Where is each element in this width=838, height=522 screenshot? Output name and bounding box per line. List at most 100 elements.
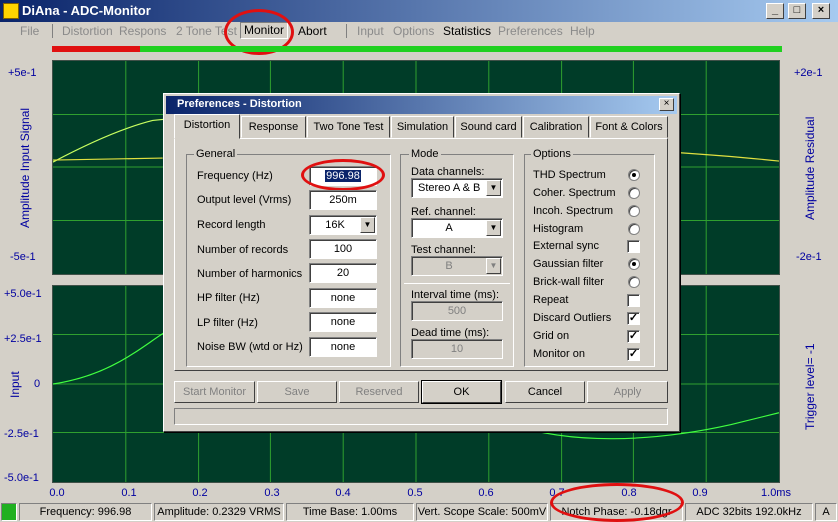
discard-outliers-checkbox[interactable]: ✓	[627, 312, 640, 325]
menu-respons[interactable]: Respons	[119, 24, 166, 38]
harmonics-input[interactable]: 20	[309, 263, 377, 283]
monitor-on-checkbox[interactable]: ✓	[627, 348, 640, 361]
tab-font-colors[interactable]: Font & Colors	[590, 116, 668, 138]
repeat-checkbox[interactable]	[627, 294, 640, 307]
chevron-down-icon[interactable]: ▼	[486, 180, 501, 196]
external-sync-label: External sync	[533, 240, 600, 252]
menu-bar: File Distortion Respons 2 Tone Test Moni…	[0, 22, 838, 40]
lp-filter-input[interactable]: none	[309, 312, 377, 332]
chevron-down-icon[interactable]: ▼	[486, 220, 501, 236]
ref-channel-label: Ref. channel:	[411, 206, 476, 218]
save-button[interactable]: Save	[257, 381, 337, 403]
reserved-button[interactable]: Reserved	[339, 381, 419, 403]
menu-abort[interactable]: Abort	[298, 24, 327, 38]
close-button[interactable]: ×	[812, 3, 830, 19]
maximize-button[interactable]: □	[788, 3, 806, 19]
x-tick: 0.9	[692, 487, 708, 499]
thd-spectrum-label: THD Spectrum	[533, 169, 606, 181]
menu-monitor[interactable]: Monitor	[240, 22, 289, 39]
dead-time-input[interactable]: 10	[411, 339, 503, 359]
menu-file[interactable]: File	[20, 24, 39, 38]
test-channel-select[interactable]: B ▼	[411, 256, 503, 276]
gaussian-filter-label: Gaussian filter	[533, 258, 604, 270]
mode-group-title: Mode	[409, 148, 441, 160]
bottom-y-tick: -5.0e-1	[4, 472, 39, 484]
coher-spectrum-label: Coher. Spectrum	[533, 187, 616, 199]
dead-time-label: Dead time (ms):	[411, 327, 490, 339]
data-channels-value: Stereo A & B	[418, 182, 481, 194]
grid-on-checkbox[interactable]: ✓	[627, 330, 640, 343]
hp-filter-input[interactable]: none	[309, 288, 377, 308]
test-channel-label: Test channel:	[411, 244, 476, 256]
menu-preferences[interactable]: Preferences	[498, 24, 563, 38]
menu-help[interactable]: Help	[570, 24, 595, 38]
records-input[interactable]: 100	[309, 239, 377, 259]
start-monitor-button[interactable]: Start Monitor	[174, 381, 255, 403]
external-sync-checkbox[interactable]	[627, 240, 640, 253]
apply-button[interactable]: Apply	[587, 381, 668, 403]
tab-distortion[interactable]: Distortion	[174, 114, 240, 139]
dialog-close-button[interactable]: ×	[659, 98, 674, 111]
chevron-down-icon[interactable]: ▼	[486, 258, 501, 274]
cancel-button[interactable]: Cancel	[505, 381, 585, 403]
records-label: Number of records	[197, 244, 289, 256]
bottom-y-tick: 0	[34, 378, 41, 390]
status-notch-phase: Notch Phase: -0.18dgr	[550, 503, 683, 521]
chevron-down-icon[interactable]: ▼	[360, 217, 375, 233]
frequency-input[interactable]: 996.98	[309, 166, 377, 186]
brick-wall-filter-radio[interactable]	[628, 276, 640, 288]
menu-distortion[interactable]: Distortion	[62, 24, 113, 38]
status-mode: A	[815, 503, 837, 521]
frequency-value: 996.98	[325, 170, 361, 182]
menu-options[interactable]: Options	[393, 24, 434, 38]
test-channel-value: B	[445, 260, 453, 272]
hp-filter-label: HP filter (Hz)	[197, 292, 260, 304]
adc-monitor-window: DiAna - ADC-Monitor _ □ × File Distortio…	[0, 0, 838, 522]
menu-statistics[interactable]: Statistics	[443, 24, 491, 38]
app-icon	[3, 3, 19, 19]
record-length-select[interactable]: 16K ▼	[309, 215, 377, 235]
record-length-value: 16K	[325, 219, 345, 231]
incoh-spectrum-radio[interactable]	[628, 205, 640, 217]
x-tick: 0.6	[478, 487, 494, 499]
top-y-min-left: -5e-1	[10, 251, 36, 263]
coher-spectrum-radio[interactable]	[628, 187, 640, 199]
tab-sound-card[interactable]: Sound card	[455, 116, 522, 138]
top-y-max-left: +5e-1	[8, 67, 37, 79]
status-frequency: Frequency: 996.98	[19, 503, 152, 521]
discard-outliers-label: Discard Outliers	[533, 312, 612, 324]
noise-bw-input[interactable]: none	[309, 337, 377, 357]
ref-channel-select[interactable]: A ▼	[411, 218, 503, 238]
bottom-y-tick: +2.5e-1	[4, 333, 42, 345]
options-group-title: Options	[531, 148, 573, 160]
x-tick: 0.7	[549, 487, 565, 499]
harmonics-label: Number of harmonics	[197, 268, 303, 280]
brick-wall-filter-label: Brick-wall filter	[533, 276, 604, 288]
tab-response[interactable]: Response	[241, 116, 306, 138]
x-tick: 0.8	[621, 487, 637, 499]
menu-two-tone-test[interactable]: 2 Tone Test	[176, 24, 237, 38]
amplitude-residual-axis-label: Amplitude Residual	[803, 116, 817, 220]
gaussian-filter-radio[interactable]	[628, 258, 640, 270]
minimize-button[interactable]: _	[766, 3, 784, 19]
data-channels-select[interactable]: Stereo A & B ▼	[411, 178, 503, 198]
frequency-label: Frequency (Hz)	[197, 170, 273, 182]
histogram-radio[interactable]	[628, 223, 640, 235]
tab-simulation[interactable]: Simulation	[391, 116, 454, 138]
window-title: DiAna - ADC-Monitor	[22, 3, 151, 18]
tab-two-tone-test[interactable]: Two Tone Test	[307, 116, 390, 138]
status-amplitude: Amplitude: 0.2329 VRMS	[154, 503, 284, 521]
record-length-label: Record length	[197, 219, 266, 231]
output-level-input[interactable]: 250m	[309, 190, 377, 210]
menu-input[interactable]: Input	[357, 24, 384, 38]
interval-time-input[interactable]: 500	[411, 301, 503, 321]
ok-button[interactable]: OK	[421, 380, 502, 404]
thd-spectrum-radio[interactable]	[628, 169, 640, 181]
status-bar: Frequency: 996.98 Amplitude: 0.2329 VRMS…	[0, 501, 838, 522]
top-y-max-right: +2e-1	[794, 67, 823, 79]
lp-filter-label: LP filter (Hz)	[197, 317, 258, 329]
output-level-label: Output level (Vrms)	[197, 194, 292, 206]
status-timebase: Time Base: 1.00ms	[286, 503, 414, 521]
dialog-progress-bar	[174, 408, 668, 425]
tab-calibration[interactable]: Calibration	[523, 116, 589, 138]
